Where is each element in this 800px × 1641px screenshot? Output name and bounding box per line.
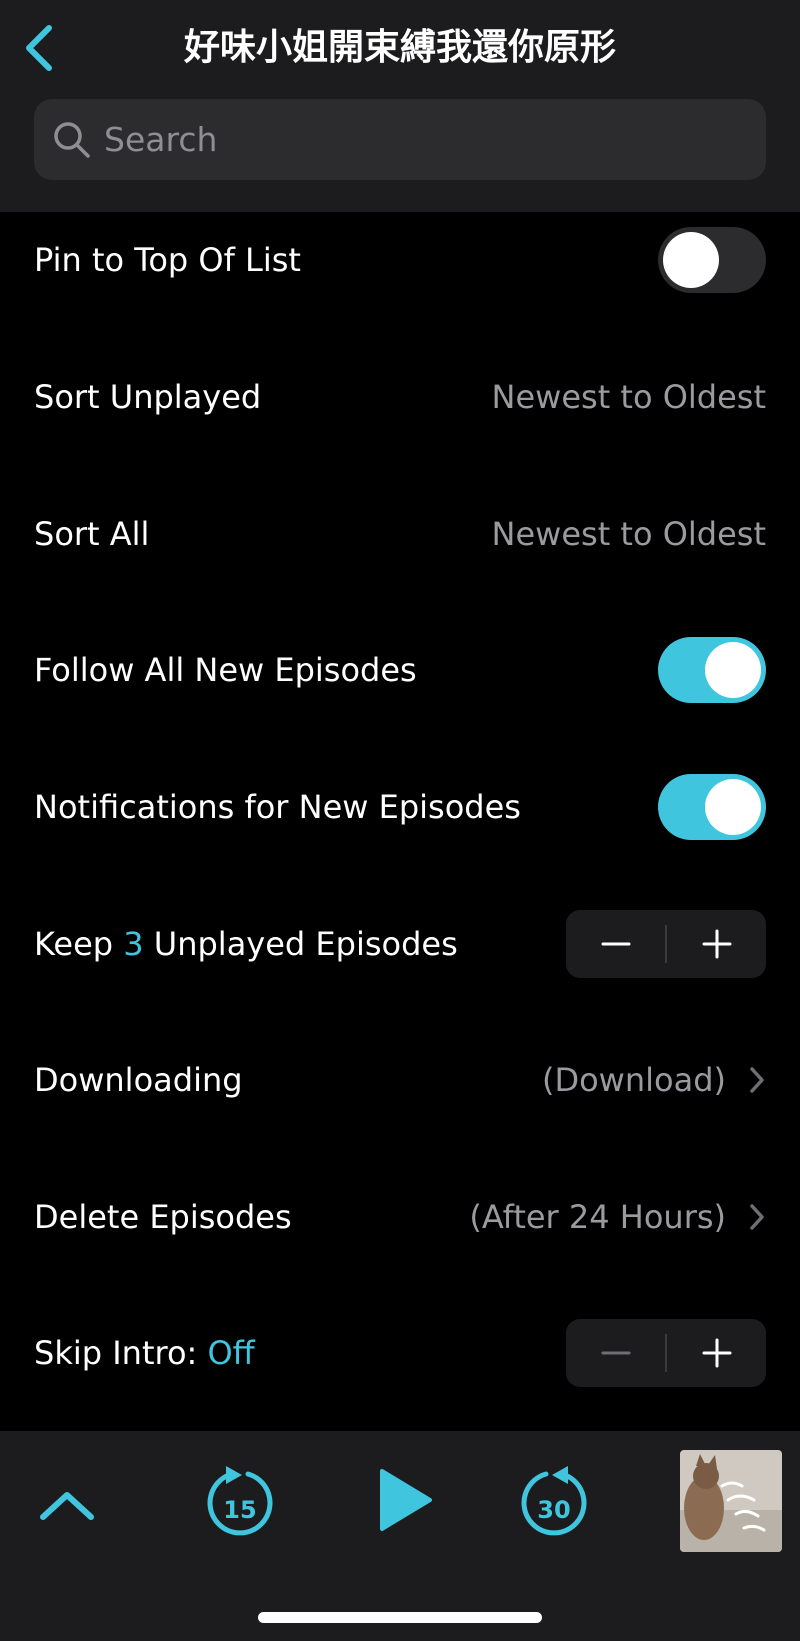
skip-intro-label: Skip Intro: Off xyxy=(34,1334,566,1372)
downloading-label: Downloading xyxy=(34,1061,243,1099)
pin-to-top-toggle[interactable] xyxy=(658,227,766,293)
sort-all-label: Sort All xyxy=(34,515,150,553)
skip-intro-value: Off xyxy=(207,1334,255,1372)
pin-to-top-label: Pin to Top Of List xyxy=(34,241,301,279)
keep-unplayed-row: Keep 3 Unplayed Episodes xyxy=(0,876,800,1012)
skip-forward-30-icon: 30 xyxy=(521,1466,587,1536)
page-title: 好味小姐開束縛我還你原形 xyxy=(183,27,616,68)
search-input[interactable] xyxy=(104,120,724,159)
skip-intro-increment-button[interactable] xyxy=(667,1319,766,1387)
keep-unplayed-label: Keep 3 Unplayed Episodes xyxy=(34,925,566,963)
keep-unplayed-stepper xyxy=(566,910,766,978)
delete-episodes-label: Delete Episodes xyxy=(34,1198,292,1236)
keep-suffix: Unplayed Episodes xyxy=(153,925,458,963)
sort-unplayed-row[interactable]: Sort Unplayed Newest to Oldest xyxy=(0,329,800,465)
chevron-up-icon xyxy=(40,1492,94,1520)
delete-episodes-row[interactable]: Delete Episodes (After 24 Hours) xyxy=(0,1149,800,1285)
notifications-toggle[interactable] xyxy=(658,774,766,840)
sort-all-row[interactable]: Sort All Newest to Oldest xyxy=(0,466,800,602)
minus-icon xyxy=(601,942,630,946)
keep-increment-button[interactable] xyxy=(667,910,766,978)
chevron-right-icon xyxy=(748,1202,766,1232)
skip-back-15-icon: 15 xyxy=(207,1466,273,1536)
minus-icon xyxy=(601,1351,630,1355)
skip-forward-seconds: 30 xyxy=(537,1496,570,1524)
keep-count: 3 xyxy=(123,925,144,963)
chevron-left-icon xyxy=(26,25,52,71)
skip-intro-stepper xyxy=(566,1319,766,1387)
downloading-value: (Download) xyxy=(541,1061,726,1099)
notifications-row: Notifications for New Episodes xyxy=(0,739,800,875)
sort-unplayed-value[interactable]: Newest to Oldest xyxy=(492,378,766,416)
notifications-label: Notifications for New Episodes xyxy=(34,788,521,826)
podcast-artwork[interactable] xyxy=(680,1450,782,1552)
sort-unplayed-label: Sort Unplayed xyxy=(34,378,262,416)
search-icon xyxy=(54,121,90,158)
expand-player-button[interactable] xyxy=(32,1470,102,1540)
skip-intro-prefix: Skip Intro: xyxy=(34,1334,198,1372)
delete-episodes-value: (After 24 Hours) xyxy=(469,1198,726,1236)
follow-new-episodes-label: Follow All New Episodes xyxy=(34,651,417,689)
chevron-right-icon xyxy=(748,1065,766,1095)
downloading-row[interactable]: Downloading (Download) xyxy=(0,1012,800,1148)
toggle-knob xyxy=(705,642,761,698)
plus-icon xyxy=(702,1338,731,1368)
header: 好味小姐開束縛我還你原形 xyxy=(0,0,800,212)
skip-forward-button[interactable]: 30 xyxy=(516,1462,592,1544)
play-button[interactable] xyxy=(362,1460,442,1540)
search-bar[interactable] xyxy=(34,99,766,180)
sort-all-value[interactable]: Newest to Oldest xyxy=(492,515,766,553)
skip-intro-row: Skip Intro: Off xyxy=(0,1285,800,1421)
play-icon xyxy=(380,1469,432,1531)
back-button[interactable] xyxy=(14,18,64,78)
keep-prefix: Keep xyxy=(34,925,114,963)
toggle-knob xyxy=(663,232,719,288)
artwork-image xyxy=(680,1450,782,1552)
follow-new-episodes-toggle[interactable] xyxy=(658,637,766,703)
skip-back-seconds: 15 xyxy=(223,1496,256,1524)
plus-icon xyxy=(702,929,731,959)
keep-decrement-button[interactable] xyxy=(566,910,665,978)
toggle-knob xyxy=(705,779,761,835)
follow-new-episodes-row: Follow All New Episodes xyxy=(0,602,800,738)
home-indicator xyxy=(258,1612,542,1623)
skip-back-button[interactable]: 15 xyxy=(202,1462,278,1544)
pin-to-top-row: Pin to Top Of List xyxy=(0,192,800,328)
skip-intro-decrement-button[interactable] xyxy=(566,1319,665,1387)
